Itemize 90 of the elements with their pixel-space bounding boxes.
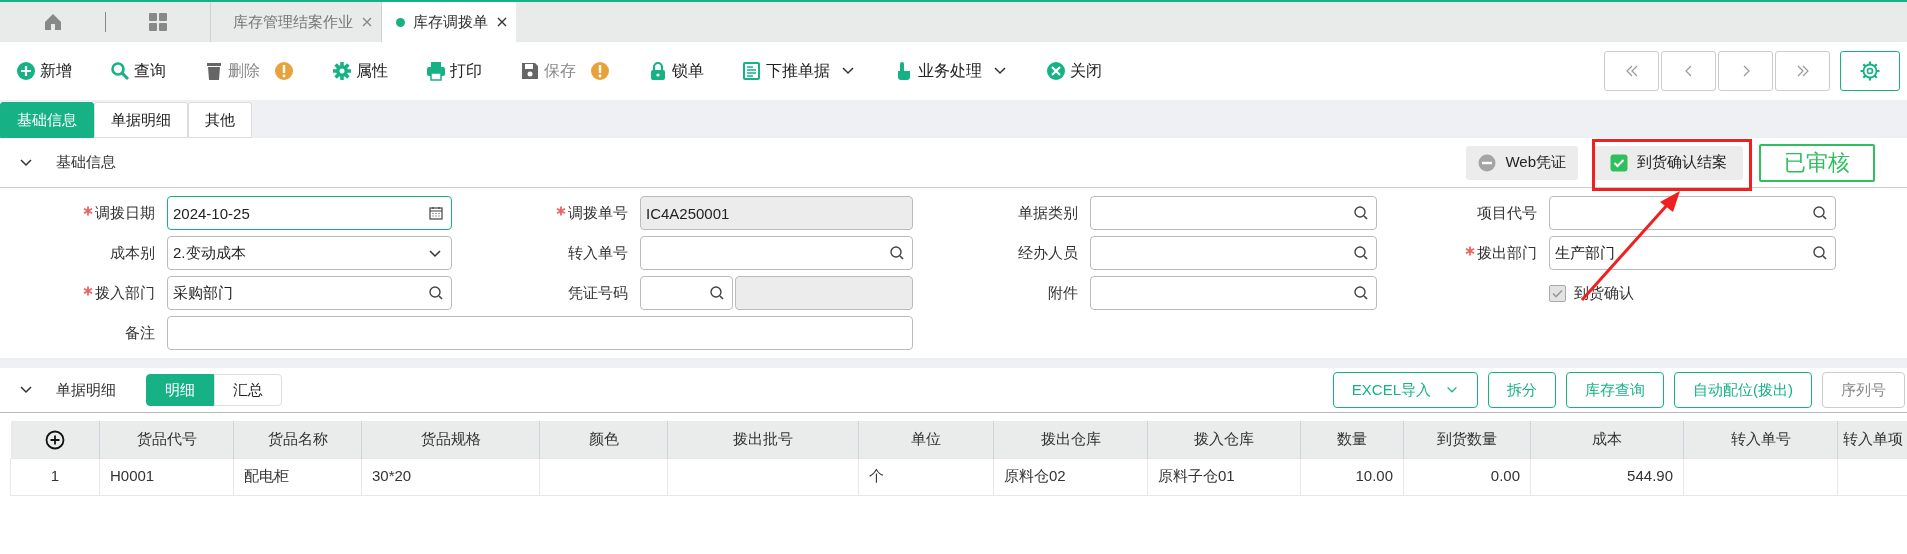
confirm-close-button[interactable]: 到货确认结案 bbox=[1594, 145, 1743, 180]
search-icon[interactable] bbox=[429, 286, 443, 300]
search-icon[interactable] bbox=[1813, 206, 1827, 220]
field-label: 项目代号 bbox=[1477, 202, 1537, 223]
table-cell: 0.00 bbox=[1403, 458, 1531, 495]
table-cell: 原料仓02 bbox=[993, 458, 1148, 495]
toolbar-button[interactable]: 查询 bbox=[110, 59, 166, 83]
column-header[interactable]: 拨入仓库 bbox=[1147, 421, 1301, 458]
lookup-field[interactable] bbox=[1090, 236, 1377, 270]
view-toggle[interactable]: 汇总 bbox=[214, 374, 282, 406]
section-tab[interactable]: 单据明细 bbox=[94, 102, 188, 138]
field-label: 转入单号 bbox=[568, 242, 628, 263]
column-header[interactable]: 拨出仓库 bbox=[993, 421, 1148, 458]
table-cell: 544.90 bbox=[1530, 458, 1684, 495]
table-cell: 配电柜 bbox=[233, 458, 362, 495]
calendar-icon[interactable] bbox=[429, 206, 443, 220]
search-icon[interactable] bbox=[890, 246, 904, 260]
lookup-field[interactable] bbox=[1549, 196, 1836, 230]
row-number: 1 bbox=[10, 458, 100, 495]
toolbar-button[interactable]: 新增 bbox=[16, 59, 72, 83]
table-cell: 10.00 bbox=[1300, 458, 1404, 495]
toolbar-button[interactable]: 业务处理 bbox=[894, 59, 1008, 83]
field-label: 经办人员 bbox=[1018, 242, 1078, 263]
field-label: 凭证号码 bbox=[568, 282, 628, 303]
lookup-field[interactable] bbox=[1090, 196, 1377, 230]
field-label: 成本别 bbox=[110, 242, 155, 263]
gear-icon bbox=[332, 61, 352, 81]
text-field[interactable] bbox=[167, 316, 913, 350]
search-icon[interactable] bbox=[710, 286, 724, 300]
field-label: 拨出部门 bbox=[1477, 242, 1537, 263]
field-label: 调拨单号 bbox=[568, 202, 628, 223]
printer-icon bbox=[426, 61, 446, 81]
dropdown-field[interactable]: 2.变动成本 bbox=[167, 236, 452, 270]
column-header[interactable]: 货品规格 bbox=[361, 421, 540, 458]
field-label: 单据类别 bbox=[1018, 202, 1078, 223]
toolbar-button[interactable]: 打印 bbox=[426, 59, 482, 83]
minus-circle-icon bbox=[1478, 153, 1497, 172]
search-icon bbox=[110, 61, 130, 81]
column-header[interactable]: 单位 bbox=[858, 421, 994, 458]
status-stamp: 已审核 bbox=[1759, 143, 1875, 182]
field-label: 备注 bbox=[125, 322, 155, 343]
table-cell: 个 bbox=[858, 458, 994, 495]
window-tab[interactable]: 库存调拨单 bbox=[381, 2, 516, 42]
column-header[interactable]: 转入单号 bbox=[1683, 421, 1838, 458]
column-header[interactable]: 颜色 bbox=[539, 421, 668, 458]
search-icon[interactable] bbox=[1813, 246, 1827, 260]
toolbar-button[interactable]: 锁单 bbox=[648, 59, 704, 83]
column-header[interactable]: 转入单项 bbox=[1837, 421, 1907, 458]
add-row-icon[interactable] bbox=[44, 430, 65, 451]
close-icon bbox=[1046, 61, 1066, 81]
search-icon[interactable] bbox=[1354, 206, 1368, 220]
section-title: 基础信息 bbox=[56, 152, 116, 173]
table-cell: 原料子仓01 bbox=[1147, 458, 1301, 495]
lookup-field[interactable] bbox=[1090, 276, 1377, 310]
document-icon bbox=[742, 61, 762, 81]
lookup-field[interactable] bbox=[640, 236, 913, 270]
text-field[interactable]: IC4A250001 bbox=[640, 196, 913, 230]
column-header[interactable]: 到货数量 bbox=[1403, 421, 1531, 458]
column-header[interactable]: 拨出批号 bbox=[667, 421, 859, 458]
section-tab[interactable]: 其他 bbox=[188, 102, 252, 138]
lookup-field[interactable]: 采购部门 bbox=[167, 276, 452, 310]
lock-icon bbox=[648, 61, 668, 81]
column-header[interactable]: 数量 bbox=[1300, 421, 1404, 458]
column-header[interactable]: 货品名称 bbox=[233, 421, 362, 458]
search-icon[interactable] bbox=[1354, 246, 1368, 260]
table-cell: 30*20 bbox=[361, 458, 540, 495]
active-dot bbox=[396, 17, 405, 27]
column-header[interactable]: 货品代号 bbox=[99, 421, 234, 458]
table-cell: H0001 bbox=[99, 458, 234, 495]
close-icon[interactable] bbox=[496, 16, 508, 28]
voucher-button[interactable]: Web凭证 bbox=[1466, 145, 1578, 180]
save-icon bbox=[520, 61, 540, 81]
field-label: 调拨日期 bbox=[95, 202, 155, 223]
field-label: 附件 bbox=[1048, 282, 1078, 303]
home-icon[interactable] bbox=[42, 12, 63, 32]
grid-icon[interactable] bbox=[148, 12, 168, 32]
toolbar-button[interactable]: 关闭 bbox=[1046, 59, 1102, 83]
settings-button[interactable] bbox=[1840, 51, 1900, 91]
add-icon bbox=[16, 61, 36, 81]
date-field[interactable]: 2024-10-25 bbox=[167, 196, 452, 230]
column-header[interactable]: 成本 bbox=[1530, 421, 1684, 458]
toolbar-button[interactable]: 属性 bbox=[332, 59, 388, 83]
trash-icon bbox=[204, 61, 224, 81]
settings-icon bbox=[1859, 60, 1881, 82]
field-label: 拨入部门 bbox=[95, 282, 155, 303]
lookup-field[interactable] bbox=[640, 276, 733, 310]
search-icon[interactable] bbox=[1354, 286, 1368, 300]
toolbar-button[interactable]: 下推单据 bbox=[742, 59, 856, 83]
section-title: 单据明细 bbox=[56, 379, 116, 400]
lookup-field[interactable]: 生产部门 bbox=[1549, 236, 1836, 270]
